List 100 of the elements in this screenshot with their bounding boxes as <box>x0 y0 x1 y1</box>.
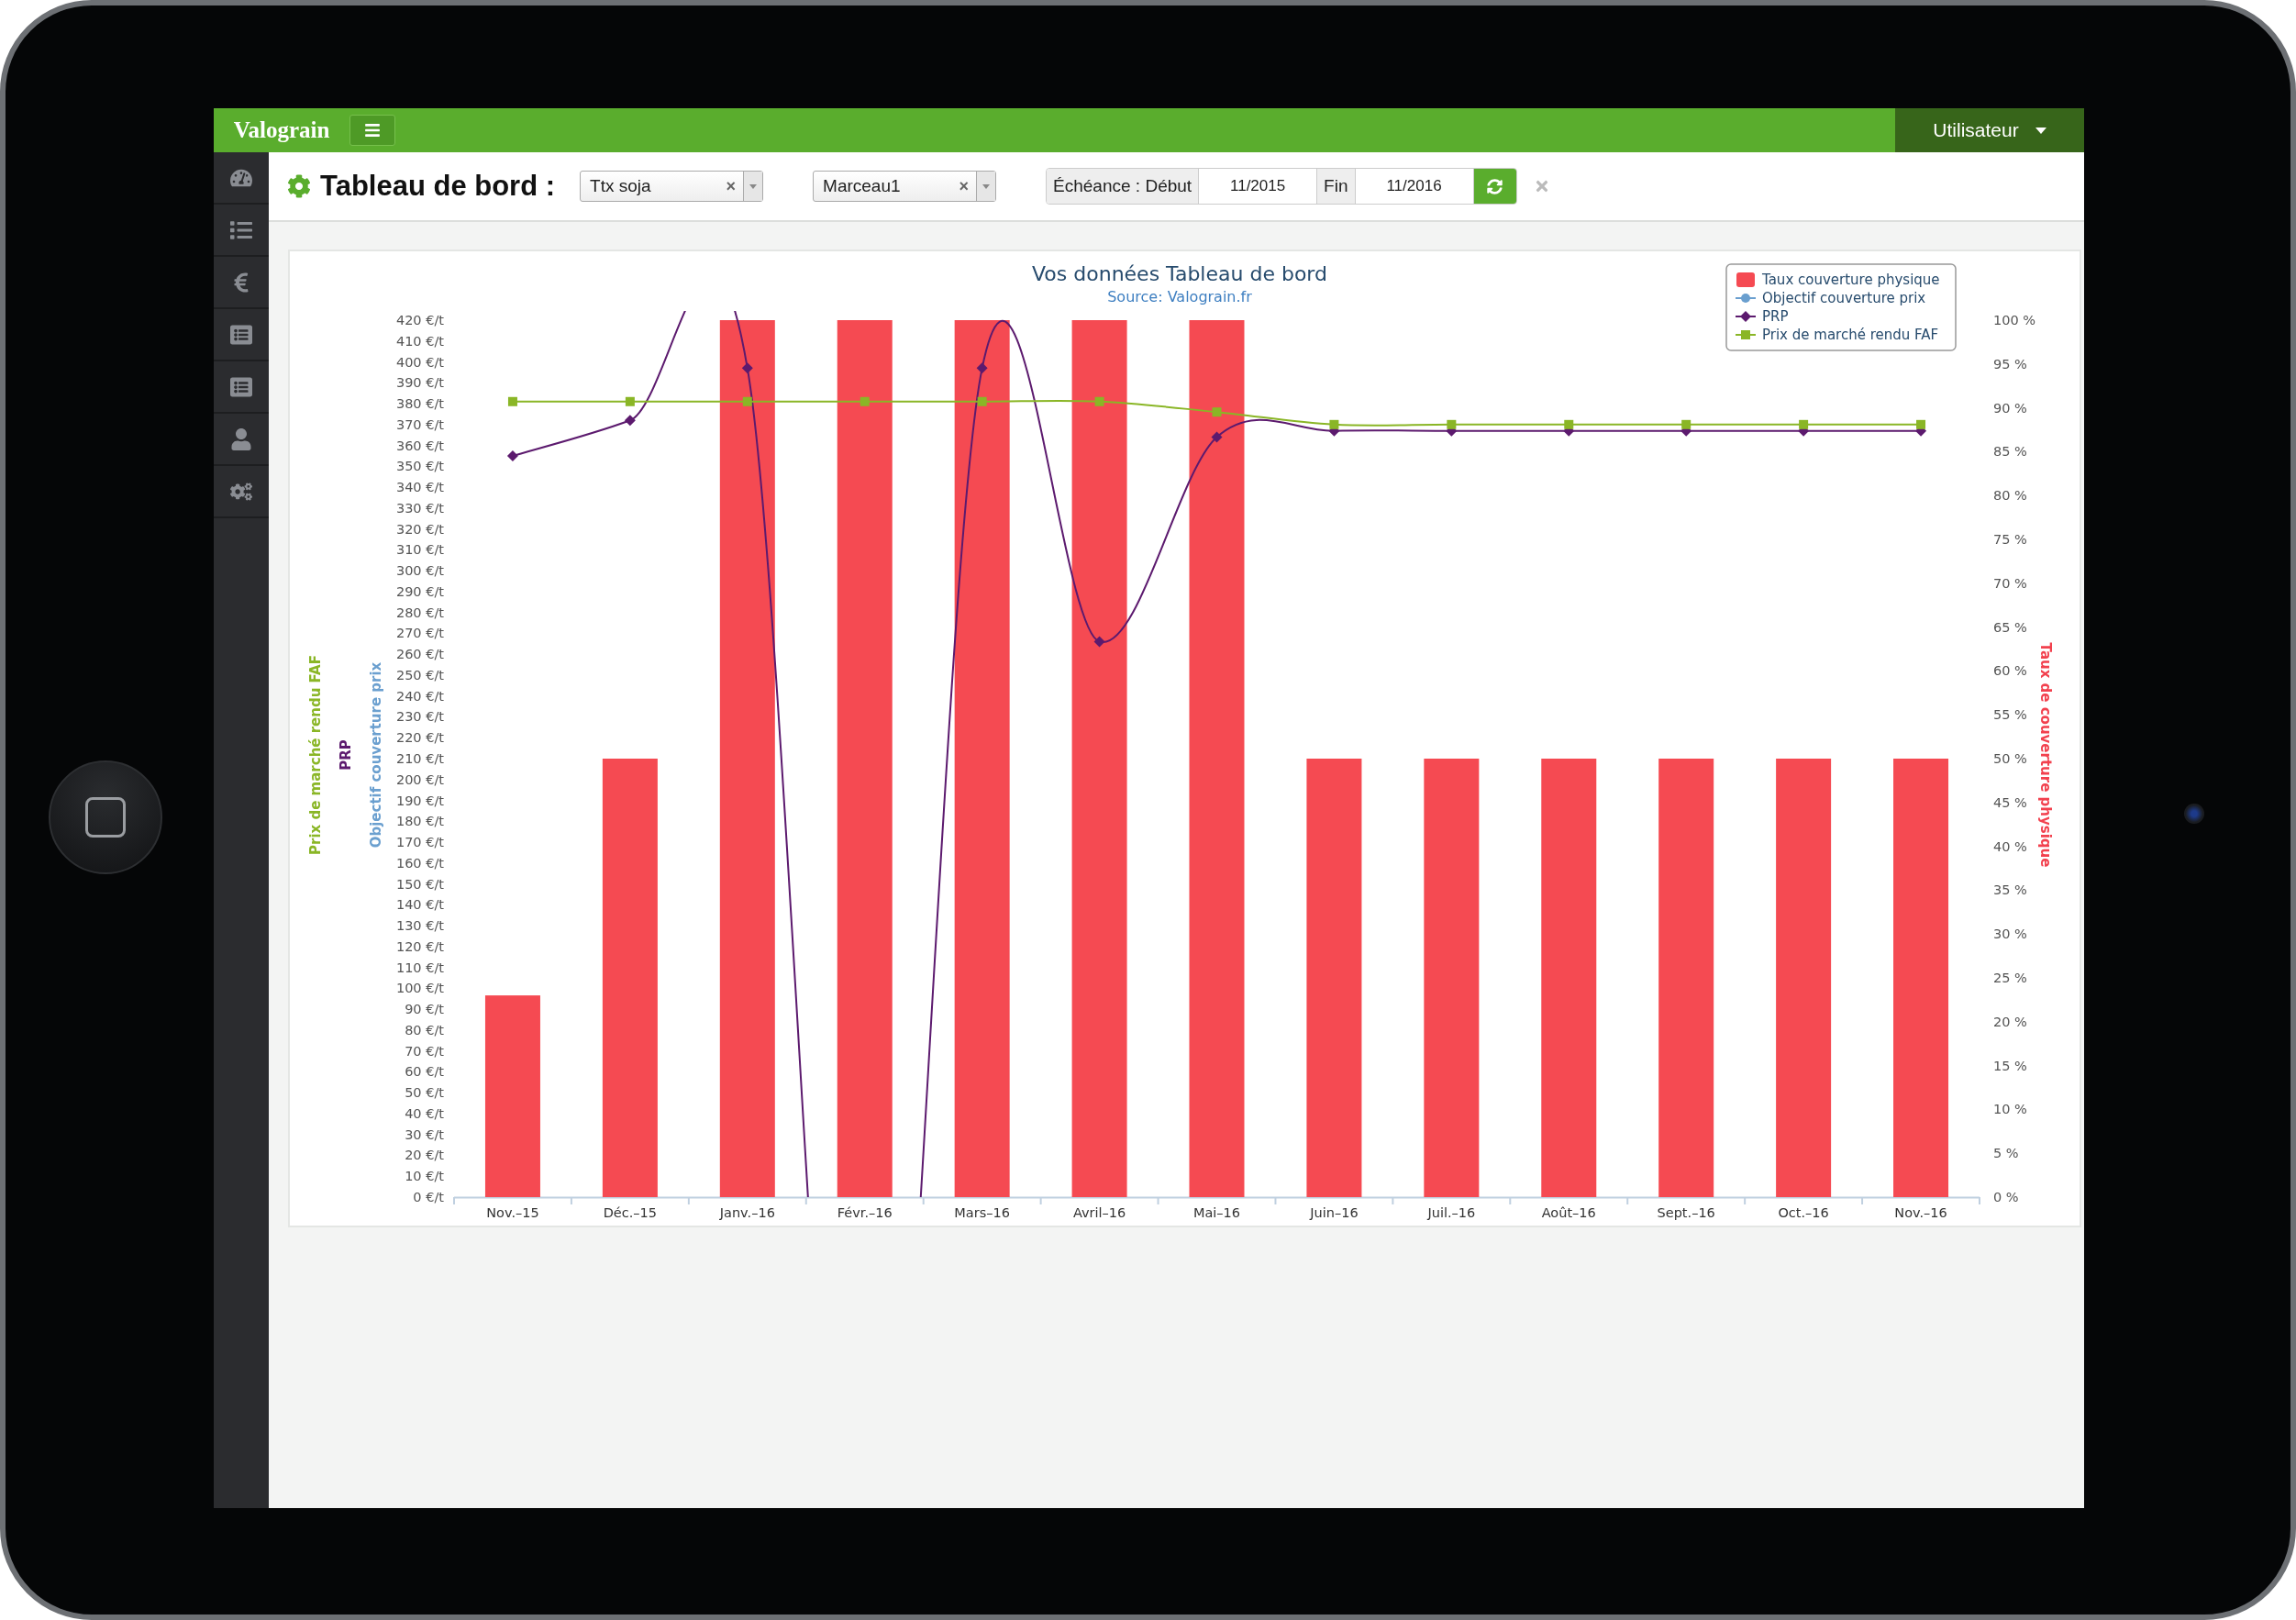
axis-tick-label: 90 €/t <box>405 1002 444 1017</box>
chart-title: Vos données Tableau de bord <box>1032 262 1327 285</box>
legend-item: Taux couverture physique <box>1736 272 1940 288</box>
axis-tick-label: Avril–16 <box>1072 1205 1126 1220</box>
menu-icon <box>364 122 381 139</box>
user-menu[interactable]: Utilisateur <box>1895 108 2084 152</box>
point <box>741 362 753 374</box>
axis-tick-label: 170 €/t <box>395 835 444 850</box>
field-label: Fin <box>1317 169 1356 204</box>
axis-tick-label: 130 €/t <box>395 918 444 934</box>
axis-tick-label: 410 €/t <box>395 333 444 349</box>
axis-tick-label: 350 €/t <box>395 459 444 474</box>
select-field[interactable]: Ttx soja × <box>580 171 764 202</box>
caret-icon <box>2035 127 2046 134</box>
axis-tick-label: Mai–16 <box>1192 1205 1241 1220</box>
axis-tick-label: 40 % <box>1993 838 2027 854</box>
axis-tick-label: 100 % <box>1993 313 2036 327</box>
point <box>742 396 752 406</box>
legend-item: PRP <box>1735 308 1789 325</box>
axis-tick-label: 220 €/t <box>395 730 444 746</box>
axis-tick-label: Mars–16 <box>954 1205 1010 1220</box>
axis-tick-label: 70 % <box>1993 575 2027 591</box>
axis-tick-label: 85 % <box>1993 444 2027 460</box>
gears-icon <box>230 480 252 503</box>
point <box>1094 396 1104 406</box>
axis-tick-label: 20 €/t <box>405 1148 444 1163</box>
axis-tick-label: Sept.–16 <box>1657 1205 1715 1220</box>
axis-tick-label: 280 €/t <box>395 605 444 620</box>
axis-tick-label: 15 % <box>1993 1058 2027 1073</box>
axis-tick-label: 25 % <box>1993 971 2027 985</box>
axis-tick-label: 110 €/t <box>395 960 444 975</box>
chart-subtitle: Source: Valograin.fr <box>1107 288 1252 305</box>
axis-tick-label: 250 €/t <box>395 667 444 682</box>
axis-tick-label: 60 €/t <box>405 1064 444 1080</box>
caret-icon <box>749 183 758 189</box>
point <box>506 449 518 461</box>
axis-tick-label: 50 €/t <box>405 1085 444 1101</box>
axis-tick-label: 5 % <box>1993 1146 2019 1161</box>
axis-tick-label: 20 % <box>1993 1014 2027 1029</box>
axis-title: PRP <box>338 739 354 771</box>
point <box>860 396 870 406</box>
axis-tick-label: 290 €/t <box>395 583 444 599</box>
axis-tick-label: Nov.–15 <box>486 1205 539 1220</box>
axis-tick-label: Nov.–16 <box>1894 1205 1947 1220</box>
logo: Valograin <box>232 117 331 144</box>
point <box>1093 636 1105 648</box>
field-label: Échéance : Début <box>1047 169 1200 204</box>
select-field[interactable]: Marceau1 × <box>813 171 997 202</box>
refresh-icon <box>1487 178 1503 194</box>
point <box>507 396 517 406</box>
point <box>624 415 636 427</box>
axis-tick-label: 10 €/t <box>405 1169 444 1184</box>
axis-tick-label: 75 % <box>1993 532 2027 547</box>
user-icon <box>230 427 252 450</box>
axis-tick-label: 320 €/t <box>395 521 444 537</box>
point <box>625 396 635 406</box>
point <box>1211 431 1223 443</box>
camera-icon <box>2184 804 2204 824</box>
axis-tick-label: 60 % <box>1993 663 2027 679</box>
axis-tick-label: 120 €/t <box>395 938 444 954</box>
axis-title: Prix de marché rendu FAF <box>307 655 324 855</box>
axis-tick-label: 65 % <box>1993 619 2027 635</box>
axis-tick-label: 150 €/t <box>395 876 444 892</box>
list-icon <box>230 218 252 241</box>
point <box>977 396 987 406</box>
axis-tick-label: 0 % <box>1993 1190 2019 1204</box>
axis-tick-label: Juil.–16 <box>1427 1205 1476 1220</box>
caret-icon <box>982 183 991 189</box>
legend-item: Prix de marché rendu FAF <box>1735 327 1939 343</box>
axis-tick-label: 330 €/t <box>395 500 444 516</box>
axis-tick-label: 360 €/t <box>395 438 444 453</box>
menu-button[interactable] <box>349 115 395 146</box>
axis-tick-label: Janv.–16 <box>719 1205 775 1220</box>
point <box>1329 419 1339 429</box>
refresh-button[interactable] <box>1473 169 1516 204</box>
axis-tick-label: Oct.–16 <box>1778 1205 1829 1220</box>
axis-tick-label: 240 €/t <box>395 688 444 704</box>
axis-tick-label: 90 % <box>1993 400 2027 416</box>
point <box>1681 419 1691 429</box>
axis-tick-label: 45 % <box>1993 794 2027 810</box>
list-card-icon <box>230 323 252 346</box>
point <box>1564 419 1574 429</box>
axis-tick-label: 55 % <box>1993 707 2027 723</box>
axis-tick-label: 35 % <box>1993 882 2027 898</box>
axis-tick-label: 95 % <box>1993 356 2027 372</box>
point <box>1447 419 1457 429</box>
legend-label: PRP <box>1762 308 1789 325</box>
axis-title: Objectif couverture prix <box>368 661 384 849</box>
axis-tick-label: Août–16 <box>1541 1205 1596 1220</box>
point <box>976 362 988 374</box>
axis-tick-label: 300 €/t <box>395 563 444 579</box>
axis-tick-label: 200 €/t <box>395 771 444 787</box>
point <box>1916 419 1926 429</box>
axis-tick-label: 380 €/t <box>395 396 444 412</box>
axis-tick-label: 260 €/t <box>395 647 444 662</box>
axis-tick-label: 270 €/t <box>395 626 444 641</box>
axis-tick-label: 420 €/t <box>395 313 444 327</box>
axis-tick-label: 210 €/t <box>395 751 444 766</box>
axis-tick-label: 140 €/t <box>395 897 444 913</box>
axis-tick-label: 390 €/t <box>395 375 444 391</box>
